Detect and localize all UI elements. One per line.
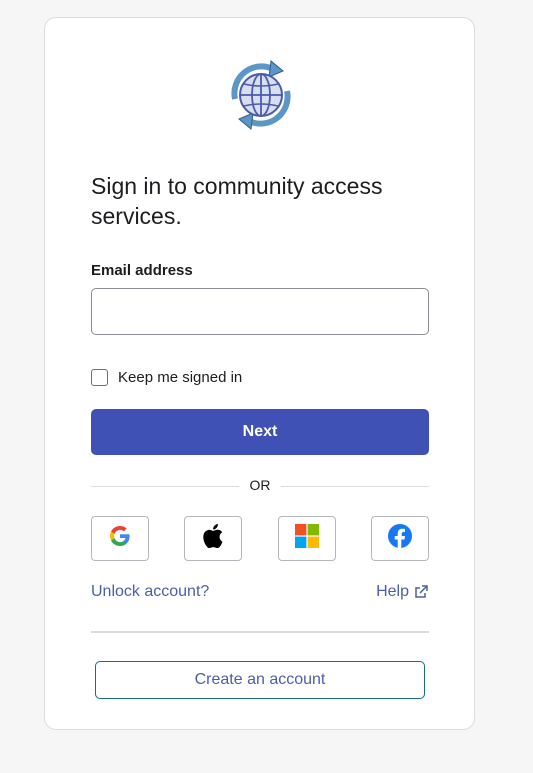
email-field[interactable] [91,288,429,335]
microsoft-signin-button[interactable] [278,516,336,561]
footer-divider [91,631,429,633]
apple-signin-button[interactable] [184,516,242,561]
google-signin-button[interactable] [91,516,149,561]
facebook-signin-button[interactable] [371,516,429,561]
microsoft-icon [295,524,319,553]
keep-signed-in-checkbox[interactable]: Keep me signed in [91,369,242,386]
page-title: Sign in to community access services. [91,173,383,229]
google-icon [108,524,132,553]
unlock-account-link[interactable]: Unlock account? [91,583,209,601]
help-link-label: Help [376,583,409,600]
email-label: Email address [91,262,193,279]
next-button[interactable]: Next [91,409,429,455]
checkbox-box[interactable] [91,369,108,386]
keep-signed-in-label: Keep me signed in [118,369,243,386]
facebook-icon [388,524,412,553]
globe-refresh-icon [221,55,301,135]
apple-icon [202,524,224,553]
divider-line-right [281,486,429,487]
external-link-icon [414,585,428,599]
create-account-button[interactable]: Create an account [95,661,425,699]
signin-card: Sign in to community access services. Em… [44,17,475,730]
divider-text: OR [249,477,271,493]
or-divider: OR [91,476,429,496]
help-link[interactable]: Help [376,583,428,601]
